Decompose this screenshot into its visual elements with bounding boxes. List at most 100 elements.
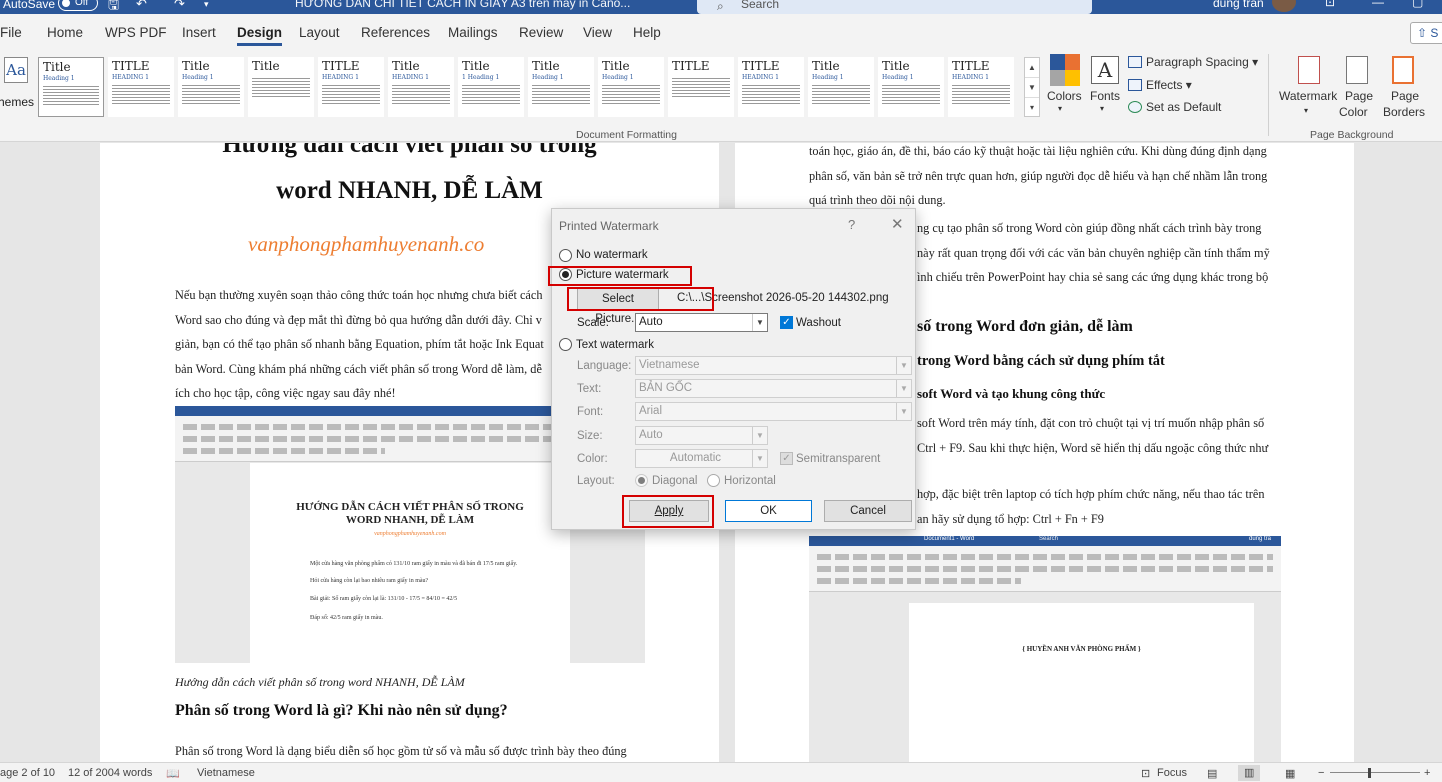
web-layout-icon[interactable]: ▦ xyxy=(1285,767,1295,780)
text-watermark-radio[interactable] xyxy=(559,338,572,351)
style-set-thumbnail[interactable]: TITLE HEADING 1 xyxy=(108,57,174,117)
redo-icon[interactable]: ↷ xyxy=(174,0,185,12)
share-button[interactable]: ⇧ S xyxy=(1410,22,1442,44)
user-name[interactable]: dung tran xyxy=(1213,0,1264,10)
article-title-line-2: word NHANH, DỄ LÀM xyxy=(276,177,543,204)
font-select[interactable]: Arial ▼ xyxy=(635,402,912,421)
size-select[interactable]: Auto ▼ xyxy=(635,426,768,445)
style-set-thumbnail[interactable]: Title Heading 1 xyxy=(178,57,244,117)
paint-bucket-icon xyxy=(1346,56,1368,84)
tab-help[interactable]: Help xyxy=(633,25,661,40)
style-set-thumbnail[interactable]: Title Heading 1 xyxy=(598,57,664,117)
apply-button[interactable]: Apply xyxy=(629,500,709,522)
zoom-out-icon[interactable]: − xyxy=(1318,767,1324,779)
picture-watermark-label[interactable]: Picture watermark xyxy=(576,269,669,281)
gallery-more-icon[interactable]: ▾ xyxy=(1025,98,1039,118)
embedded-doc-title: Document1 - Word xyxy=(924,536,975,542)
washout-checkbox[interactable]: ✓ xyxy=(780,316,793,329)
ok-button[interactable]: OK xyxy=(725,500,812,522)
tab-home[interactable]: Home xyxy=(47,25,83,40)
page-color-button[interactable]: Page Color xyxy=(1338,54,1378,124)
maximize-icon[interactable]: ▢ xyxy=(1412,0,1423,9)
style-set-thumbnail[interactable]: TITLE HEADING 1 xyxy=(948,57,1014,117)
minimize-icon[interactable]: — xyxy=(1372,0,1384,9)
fonts-icon: A xyxy=(1091,56,1119,84)
gallery-scroll[interactable]: ▲ ▼ ▾ xyxy=(1024,57,1040,117)
style-set-thumbnail[interactable]: Title Heading 1 xyxy=(38,57,104,117)
text-combo[interactable]: BẢN GỐC ▼ xyxy=(635,379,912,398)
scale-label: Scale: xyxy=(577,317,609,329)
zoom-slider[interactable] xyxy=(1330,772,1420,773)
style-set-thumbnail[interactable]: TITLE HEADING 1 xyxy=(318,57,384,117)
ribbon-display-icon[interactable]: ⊡ xyxy=(1325,0,1335,9)
page-borders-button[interactable]: Page Borders xyxy=(1382,54,1426,124)
paragraph-spacing-button[interactable]: Paragraph Spacing ▾ xyxy=(1128,55,1258,69)
help-button[interactable]: ? xyxy=(848,217,855,232)
effects-button[interactable]: Effects ▾ xyxy=(1128,78,1192,92)
autosave-toggle[interactable]: Off xyxy=(58,0,98,11)
document-title[interactable]: HƯỚNG DẪN CHI TIẾT CÁCH IN GIẤY A3 trên … xyxy=(295,0,630,10)
no-watermark-radio[interactable] xyxy=(559,249,572,262)
colors-button[interactable]: Colors ▾ xyxy=(1046,54,1082,124)
undo-icon[interactable]: ↶ xyxy=(136,0,147,12)
text-watermark-label[interactable]: Text watermark xyxy=(576,339,654,351)
close-button[interactable]: ✕ xyxy=(891,215,904,233)
style-set-thumbnail[interactable]: Title xyxy=(248,57,314,117)
zoom-in-icon[interactable]: + xyxy=(1424,767,1430,779)
tab-file[interactable]: File xyxy=(0,25,22,40)
read-mode-icon[interactable]: ▤ xyxy=(1207,767,1217,780)
watermark-button[interactable]: Watermark ▾ xyxy=(1276,54,1340,124)
picture-watermark-radio[interactable] xyxy=(559,268,572,281)
semitransparent-checkbox[interactable]: ✓ xyxy=(780,452,793,465)
gallery-down-icon[interactable]: ▼ xyxy=(1025,78,1039,98)
style-set-thumbnail[interactable]: Title 1 Heading 1 xyxy=(458,57,524,117)
save-icon[interactable]: 🖫 xyxy=(108,0,119,14)
washout-label[interactable]: Washout xyxy=(796,317,841,329)
style-set-thumbnail[interactable]: TITLE xyxy=(668,57,734,117)
tab-references[interactable]: References xyxy=(361,25,430,40)
customize-quick-access-icon[interactable]: ▾ xyxy=(204,0,209,10)
tab-view[interactable]: View xyxy=(583,25,612,40)
tab-wps-pdf[interactable]: WPS PDF xyxy=(105,25,167,40)
style-set-thumbnail[interactable]: Title Heading 1 xyxy=(528,57,594,117)
style-set-body-lines xyxy=(392,83,450,105)
cancel-button[interactable]: Cancel xyxy=(824,500,912,522)
style-set-thumbnail[interactable]: Title Heading 1 xyxy=(878,57,944,117)
style-set-heading: Title xyxy=(252,59,280,73)
focus-label[interactable]: Focus xyxy=(1157,767,1187,779)
tab-review[interactable]: Review xyxy=(519,25,563,40)
group-divider xyxy=(1268,54,1269,136)
horizontal-label[interactable]: Horizontal xyxy=(724,475,776,487)
style-set-thumbnail[interactable]: TITLE HEADING 1 xyxy=(738,57,804,117)
language-select[interactable]: Vietnamese ▼ xyxy=(635,356,912,375)
tab-layout[interactable]: Layout xyxy=(299,25,340,40)
zoom-slider-thumb[interactable] xyxy=(1368,768,1371,778)
gallery-up-icon[interactable]: ▲ xyxy=(1025,58,1039,78)
print-layout-icon[interactable]: ▥ xyxy=(1238,765,1261,781)
horizontal-radio[interactable] xyxy=(707,474,720,487)
proofing-icon[interactable]: 📖 xyxy=(166,767,180,780)
scale-select[interactable]: Auto ▼ xyxy=(635,313,768,332)
select-picture-button[interactable]: Select Picture... xyxy=(577,288,659,325)
no-watermark-label[interactable]: No watermark xyxy=(576,249,648,261)
search-box[interactable]: ⌕ Search xyxy=(697,0,1092,14)
color-select[interactable]: Automatic ▼ xyxy=(635,449,768,468)
tab-insert[interactable]: Insert xyxy=(182,25,216,40)
diagonal-radio[interactable] xyxy=(635,474,648,487)
style-set-thumbnail[interactable]: Title HEADING 1 xyxy=(388,57,454,117)
focus-icon[interactable]: ⊡ xyxy=(1141,767,1150,780)
style-set-body-lines xyxy=(952,83,1010,105)
page-count[interactable]: age 2 of 10 xyxy=(0,767,55,779)
themes-button[interactable]: Aa hemes xyxy=(0,55,36,125)
language-indicator[interactable]: Vietnamese xyxy=(197,767,255,779)
tab-mailings[interactable]: Mailings xyxy=(448,25,498,40)
style-set-heading: Title xyxy=(532,59,560,73)
word-count[interactable]: 12 of 2004 words xyxy=(68,767,152,779)
style-set-thumbnail[interactable]: Title Heading 1 xyxy=(808,57,874,117)
semitransparent-label[interactable]: Semitransparent xyxy=(796,453,880,465)
avatar[interactable] xyxy=(1272,0,1296,12)
diagonal-label[interactable]: Diagonal xyxy=(652,475,697,487)
fonts-button[interactable]: A Fonts ▾ xyxy=(1088,54,1122,124)
set-as-default-button[interactable]: Set as Default xyxy=(1128,100,1221,114)
tab-design[interactable]: Design xyxy=(237,25,283,46)
